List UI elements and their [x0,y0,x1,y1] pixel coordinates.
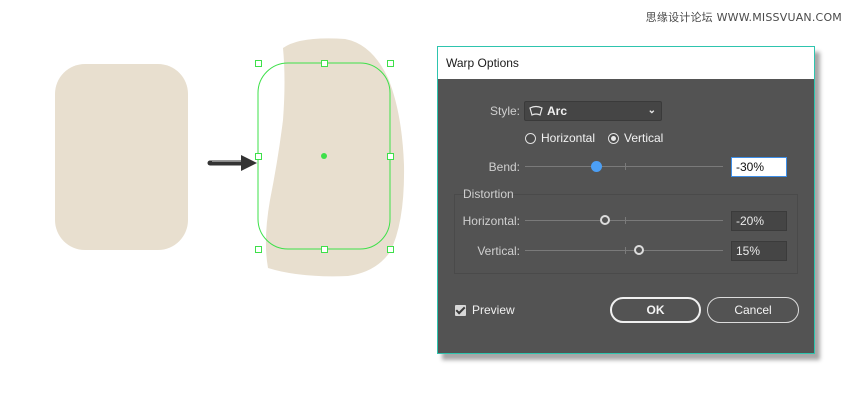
vertical-radio[interactable]: Vertical [608,131,663,145]
preview-checkbox[interactable]: Preview [455,303,515,317]
dialog-title: Warp Options [438,47,814,79]
center-point [321,153,327,159]
arrow-right-icon [207,155,257,171]
radio-off-icon [525,132,536,144]
style-dropdown[interactable]: Arc ⌄ [524,101,662,121]
warp-options-dialog: Warp Options Style: Arc ⌄ Horizontal Ver… [437,46,815,354]
bend-label: Bend: [488,160,520,174]
preview-label: Preview [472,303,515,317]
distortion-vertical-track[interactable] [525,250,723,251]
chevron-down-icon: ⌄ [647,105,656,116]
bend-input[interactable]: -30% [731,157,787,177]
arc-icon [529,105,543,116]
distortion-title: Distortion [463,187,514,201]
checkmark-icon [455,304,466,316]
cancel-button[interactable]: Cancel [707,297,799,323]
ok-button[interactable]: OK [610,297,701,323]
distortion-vertical-thumb[interactable] [634,245,644,255]
style-label: Style: [489,104,520,118]
radio-on-icon [608,132,619,144]
distortion-horizontal-input[interactable]: -20% [731,211,787,231]
distortion-horizontal-center-tick [625,217,626,224]
distortion-vertical-label: Vertical: [477,244,520,258]
vertical-radio-label: Vertical [624,131,664,145]
bend-slider-center-tick [625,163,626,170]
distortion-vertical-center-tick [625,247,626,254]
distortion-horizontal-label: Horizontal: [462,214,520,228]
bend-slider-track[interactable] [525,166,723,167]
distortion-vertical-input[interactable]: 15% [731,241,787,261]
horizontal-radio[interactable]: Horizontal [525,131,595,145]
distortion-horizontal-thumb[interactable] [600,215,610,225]
distortion-horizontal-track[interactable] [525,220,723,221]
horizontal-radio-label: Horizontal [541,131,596,145]
style-value: Arc [547,104,568,118]
bend-slider-thumb[interactable] [591,161,602,172]
distortion-group [454,194,798,274]
